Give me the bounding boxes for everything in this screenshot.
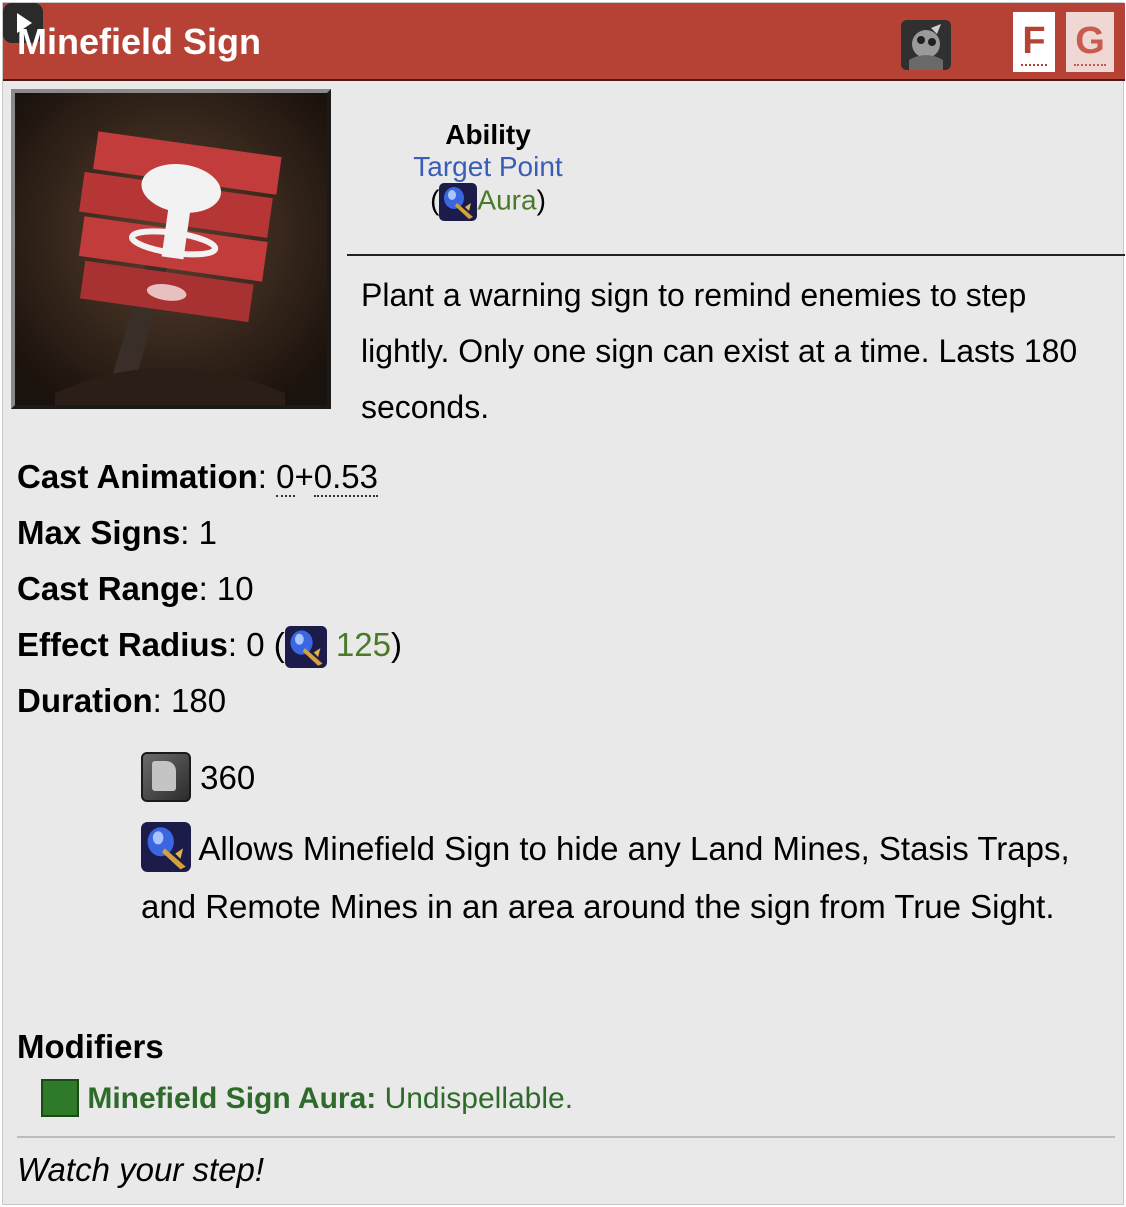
scepter-upgrade-row: Allows Minefield Sign to hide any Land M… xyxy=(141,820,1081,936)
minefield-sign-icon xyxy=(11,89,331,409)
modifiers-title: Modifiers xyxy=(17,1028,164,1065)
button-f[interactable]: F xyxy=(1013,12,1055,72)
paren-close: ) xyxy=(390,626,402,663)
paren-open: ( xyxy=(264,626,285,663)
scepter-radius-value: 125 xyxy=(335,626,391,663)
stat-label: Cast Animation xyxy=(17,458,258,495)
stat-label: Effect Radius xyxy=(17,626,228,663)
stat-cast-animation: Cast Animation: 0+0.53 xyxy=(17,449,402,505)
stat-label: Duration xyxy=(17,682,153,719)
lore-divider xyxy=(17,1136,1115,1138)
stat-value: 10 xyxy=(216,570,254,607)
scepter-upgrade-text: Allows Minefield Sign to hide any Land M… xyxy=(141,830,1070,925)
modifier-item: Minefield Sign Aura: Undispellable. xyxy=(41,1079,574,1119)
ability-title: Minefield Sign xyxy=(17,21,262,62)
modifier-name: Minefield Sign Aura: xyxy=(87,1081,377,1115)
stat-separator: : xyxy=(152,682,172,719)
modifier-icon xyxy=(41,1079,79,1117)
cast-point-value[interactable]: 0 xyxy=(276,458,295,497)
stat-value: 0 xyxy=(246,626,265,663)
stat-separator: : xyxy=(227,626,247,663)
cooldown-value: 360 xyxy=(200,759,256,796)
aghanims-scepter-icon[interactable] xyxy=(284,626,327,669)
techies-hero-icon[interactable] xyxy=(901,20,951,70)
ability-stats: Cast Animation: 0+0.53 Max Signs: 1 Cast… xyxy=(17,449,402,729)
aghanims-scepter-icon[interactable] xyxy=(141,822,191,873)
stat-duration: Duration: 180 xyxy=(17,673,402,729)
ability-lore: Watch your step! xyxy=(17,1151,265,1188)
stat-label: Cast Range xyxy=(17,570,199,607)
stat-max-signs: Max Signs: 1 xyxy=(17,505,402,561)
ability-meta: Ability Target Point ( Aura) xyxy=(343,119,633,221)
stat-separator: : xyxy=(198,570,217,607)
stat-separator: : xyxy=(257,458,277,495)
stat-label: Max Signs xyxy=(17,514,181,551)
scepter-behavior-row: ( Aura) xyxy=(343,183,633,221)
ability-header: Minefield Sign F G xyxy=(3,3,1125,81)
cooldown-icon[interactable] xyxy=(141,752,191,803)
stat-cast-range: Cast Range: 10 xyxy=(17,561,402,617)
button-f-label: F xyxy=(1022,20,1046,62)
ability-behavior[interactable]: Target Point xyxy=(343,151,633,183)
scepter-behavior[interactable]: Aura xyxy=(477,184,536,215)
ability-type: Ability xyxy=(445,119,531,150)
button-g-underline xyxy=(1074,64,1106,66)
button-g[interactable]: G xyxy=(1066,12,1114,72)
cooldown-row: 360 xyxy=(141,748,1081,808)
stat-separator: : xyxy=(180,514,199,551)
cast-backswing-value[interactable]: 0.53 xyxy=(313,458,379,497)
scepter-paren-open: ( xyxy=(430,184,440,216)
button-g-label: G xyxy=(1075,20,1105,62)
stat-effect-radius: Effect Radius: 0 ( 125) xyxy=(17,617,402,673)
modifier-desc: Undispellable. xyxy=(376,1081,574,1115)
aghanims-scepter-icon[interactable] xyxy=(439,183,478,221)
plus-sign: + xyxy=(294,458,314,495)
stat-value: 1 xyxy=(198,514,217,551)
stat-value: 180 xyxy=(171,682,227,719)
ability-card: Minefield Sign F G Ability Target Point … xyxy=(2,2,1125,1205)
ability-extra-info: 360 Allows Minefield Sign to hide any La… xyxy=(141,748,1081,936)
header-divider xyxy=(347,254,1125,256)
button-f-underline xyxy=(1021,64,1047,66)
scepter-paren-close: ) xyxy=(536,184,546,216)
ability-description: Plant a warning sign to remind enemies t… xyxy=(361,277,1078,425)
